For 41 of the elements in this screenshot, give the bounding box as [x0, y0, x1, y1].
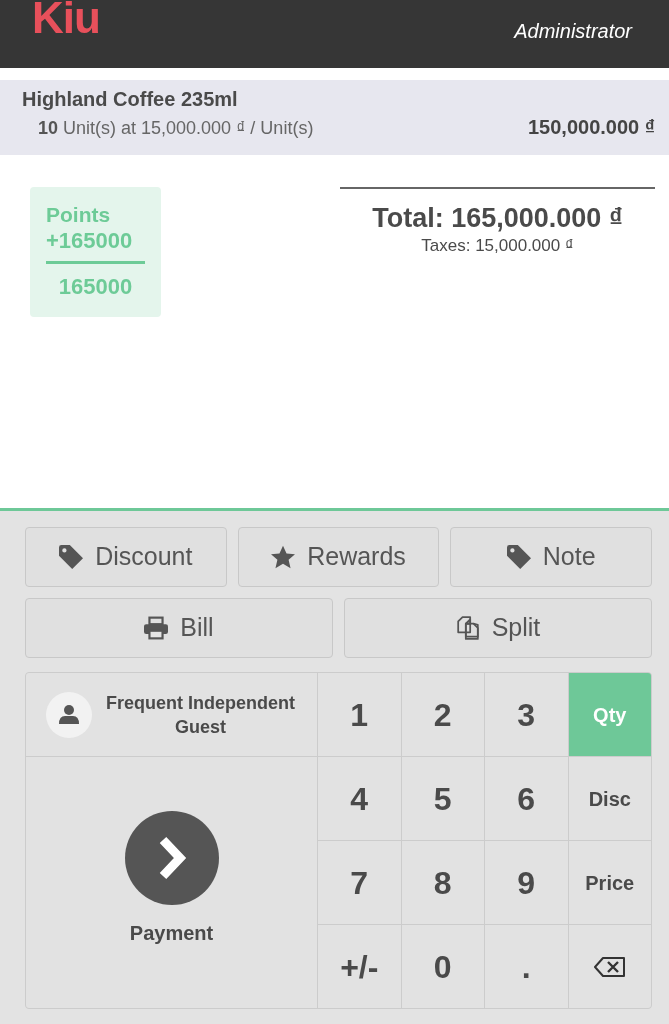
points-total: 165000: [58, 274, 133, 300]
total-amount: Total: 165,000.000 ₫: [372, 202, 623, 235]
star-icon: [271, 545, 296, 569]
numpad-key[interactable]: 3: [485, 673, 568, 756]
product-name: Highland Coffee 235ml: [22, 87, 238, 111]
numpad-key[interactable]: 9: [485, 841, 568, 924]
tax-amount: Taxes: 15,000.000 ₫: [421, 235, 574, 257]
note-button[interactable]: Note: [450, 527, 652, 587]
payment-button[interactable]: Payment: [26, 757, 317, 1008]
numpad-key[interactable]: .: [485, 925, 568, 1008]
mode-button[interactable]: Price: [568, 841, 651, 924]
numpad-key[interactable]: +/-: [318, 925, 401, 1008]
numpad-key[interactable]: 5: [401, 757, 484, 840]
rewards-button[interactable]: Rewards: [237, 527, 440, 587]
backspace-button[interactable]: [568, 925, 651, 1008]
numpad-key[interactable]: 7: [318, 841, 401, 924]
points-label: Points: [46, 202, 111, 228]
discount-button[interactable]: Discount: [25, 527, 227, 587]
numpad-key[interactable]: 6: [485, 757, 568, 840]
mode-button[interactable]: Disc: [568, 757, 651, 840]
backspace-icon: [594, 955, 626, 978]
chevron-right-icon: [124, 810, 219, 905]
tag-icon: [506, 545, 531, 569]
copy-icon: [455, 616, 480, 640]
tag-icon: [59, 545, 84, 569]
numpad-key[interactable]: 2: [401, 673, 484, 756]
customer-button[interactable]: Frequent Independent Guest: [26, 673, 317, 756]
logo: Kiu: [32, 0, 100, 40]
split-button[interactable]: Split: [344, 598, 652, 658]
orderline-row[interactable]: Highland Coffee 235ml 10 Unit(s) at 15,000.000 ₫ / Unit(s) 150,000.000 ₫: [0, 80, 669, 155]
numpad-key[interactable]: 0: [401, 925, 484, 1008]
points-earned: +165000: [46, 228, 133, 254]
bill-button[interactable]: Bill: [25, 598, 333, 658]
printer-icon: [144, 616, 169, 640]
numpad-key[interactable]: 1: [318, 673, 401, 756]
numpad-key[interactable]: 4: [318, 757, 401, 840]
person-icon: [46, 691, 92, 738]
user-name[interactable]: Administrator: [514, 19, 632, 43]
line-price: 150,000.000 ₫: [527, 115, 655, 139]
numpad-key[interactable]: 8: [401, 841, 484, 924]
unit-price-line: 10 Unit(s) at 15,000.000 ₫ / Unit(s): [37, 117, 314, 140]
